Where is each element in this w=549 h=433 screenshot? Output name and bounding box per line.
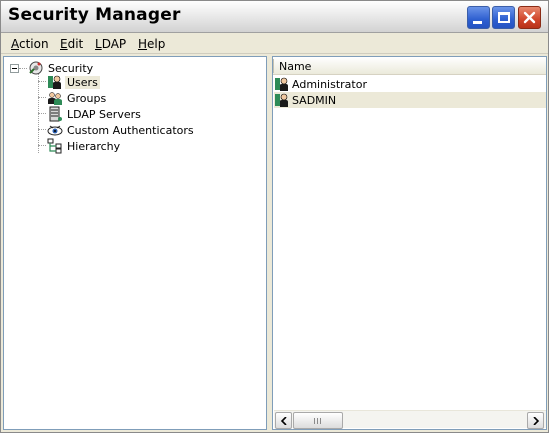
menu-help[interactable]: Help [138, 37, 165, 51]
tree-node-custom-authenticators[interactable]: Custom Authenticators [47, 122, 196, 138]
user-icon [275, 93, 288, 107]
grip-icon [314, 418, 322, 424]
list-item-label: Administrator [292, 77, 367, 91]
collapse-toggle[interactable] [10, 64, 19, 73]
close-icon [523, 11, 536, 24]
column-header-row: Name [273, 57, 546, 75]
hierarchy-icon [47, 138, 62, 154]
maximize-icon [498, 12, 510, 23]
window-title: Security Manager [8, 5, 181, 25]
user-icon [48, 75, 61, 89]
list-item-administrator[interactable]: Administrator [274, 76, 546, 92]
menu-action[interactable]: Action [11, 37, 49, 51]
menu-edit[interactable]: Edit [60, 37, 83, 51]
group-icon [48, 92, 62, 105]
tree-pane[interactable]: Security Users Groups LDAP Servers Custo… [3, 56, 267, 430]
security-manager-window: Security Manager Action Edit LDAP Help S… [0, 0, 549, 433]
user-icon [275, 77, 288, 91]
horizontal-scrollbar[interactable] [274, 410, 546, 429]
minimize-button[interactable] [467, 6, 490, 29]
title-bar[interactable]: Security Manager [1, 1, 548, 33]
minimize-icon [473, 21, 482, 24]
arrow-left-icon [280, 417, 287, 425]
tree-node-hierarchy[interactable]: Hierarchy [47, 138, 122, 154]
menu-ldap[interactable]: LDAP [95, 37, 126, 51]
tree-label: Users [65, 75, 100, 89]
scroll-right-button[interactable] [527, 412, 544, 429]
tree-label: Groups [67, 91, 107, 105]
close-button[interactable] [518, 6, 541, 29]
tree-node-groups[interactable]: Groups [47, 90, 108, 106]
tree-node-users[interactable]: Users [47, 74, 100, 90]
scroll-thumb[interactable] [293, 412, 343, 429]
scroll-left-button[interactable] [275, 412, 292, 429]
tree-label: Custom Authenticators [67, 123, 194, 137]
arrow-right-icon [533, 417, 540, 425]
security-icon [29, 61, 43, 75]
tree-label: Security [48, 61, 94, 75]
authenticator-icon [47, 125, 63, 136]
tree-label: LDAP Servers [67, 107, 141, 121]
tree-label: Hierarchy [67, 139, 121, 153]
menu-bar: Action Edit LDAP Help [1, 34, 548, 54]
maximize-button[interactable] [492, 6, 515, 29]
list-pane[interactable]: Name Administrator SADMIN [272, 56, 547, 430]
tree-node-ldap-servers[interactable]: LDAP Servers [47, 106, 143, 122]
list-item-sadmin[interactable]: SADMIN [274, 92, 546, 108]
ldap-server-icon [49, 106, 62, 122]
list-item-label: SADMIN [292, 93, 337, 107]
column-header-name[interactable]: Name [279, 60, 311, 73]
